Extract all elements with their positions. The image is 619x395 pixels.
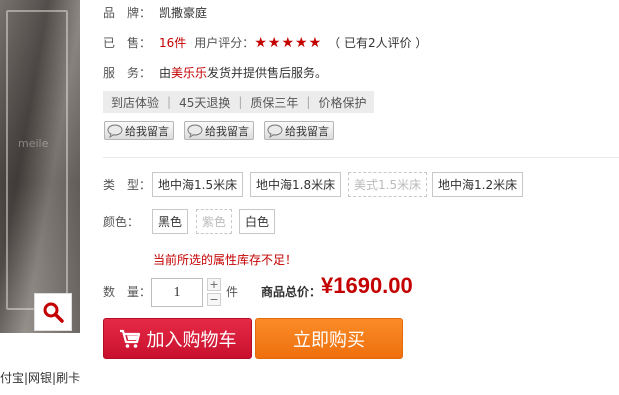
tag-separator: |: [238, 95, 243, 109]
service-row: 服 务： 由 美乐乐 发货并提供售后服务。: [103, 64, 327, 81]
leave-message-label: 给我留言: [205, 124, 249, 138]
zoom-button[interactable]: [34, 293, 72, 331]
type-option-unavailable[interactable]: 美式1.5米床: [348, 172, 428, 197]
chat-bubble-icon: [267, 124, 283, 138]
star-icon: ★: [295, 34, 308, 51]
brand-row: 品 牌： 凯撒豪庭: [103, 4, 207, 21]
leave-message-label: 给我留言: [125, 124, 169, 138]
add-to-cart-button[interactable]: 加入购物车: [103, 318, 252, 359]
sales-row: 已 售： 16件 用户评分： ★★★★★ （ 已有2人评价 ）: [103, 34, 427, 51]
total-price: ¥1690.00: [321, 273, 413, 298]
quantity-unit-row: 件: [226, 283, 238, 300]
service-tag: 质保三年: [250, 95, 299, 110]
tag-separator: |: [167, 95, 172, 109]
magnifier-icon: [43, 302, 64, 323]
quantity-decrease-button[interactable]: −: [207, 293, 221, 306]
chat-bubble-icon: [187, 124, 203, 138]
type-label: 类 型：: [103, 178, 152, 192]
star-icon: ★: [308, 34, 322, 51]
tag-separator: |: [306, 95, 311, 109]
rating-stars: ★★★★★: [254, 35, 322, 51]
service-tag: 价格保护: [318, 95, 367, 110]
leave-message-button[interactable]: 给我留言: [264, 121, 334, 140]
color-option[interactable]: 黑色: [152, 209, 189, 234]
color-option-unavailable[interactable]: 紫色: [196, 209, 233, 234]
watermark: meile: [18, 137, 49, 150]
star-icon: ★: [267, 34, 281, 51]
buy-now-button[interactable]: 立即购买: [255, 318, 403, 359]
chat-bubble-icon: [107, 124, 123, 138]
wardrobe-panel: [6, 10, 68, 310]
color-label: 颜色：: [103, 215, 140, 229]
service-tag: 45天退换: [179, 95, 231, 110]
color-row: 颜色：: [103, 213, 139, 230]
service-tags: 到店体验 | 45天退换 | 质保三年 | 价格保护: [103, 91, 375, 113]
quantity-increase-button[interactable]: +: [207, 278, 221, 291]
quantity-input[interactable]: [151, 278, 203, 307]
product-image[interactable]: meile: [0, 0, 80, 333]
quantity-label: 数 量：: [103, 285, 152, 299]
total-price-label: 商品总价：: [261, 285, 322, 299]
service-suffix: 发货并提供售后服务。: [207, 66, 328, 80]
shopping-cart-icon: [119, 329, 140, 348]
type-row: 类 型：: [103, 176, 151, 193]
section-divider: [103, 157, 619, 158]
service-label: 服 务：: [103, 66, 152, 80]
leave-message-label: 给我留言: [285, 124, 329, 138]
sold-label: 已 售：: [103, 36, 152, 50]
quantity-row: 数 量：: [103, 283, 151, 300]
brand-label: 品 牌：: [103, 6, 152, 20]
sold-value: 16件: [159, 36, 187, 50]
stock-warning: 当前所选的属性库存不足！: [153, 253, 298, 267]
payment-methods: 付宝|网银|刷卡: [0, 371, 81, 385]
leave-message-button[interactable]: 给我留言: [184, 121, 254, 140]
service-prefix: 由: [159, 66, 172, 80]
quantity-unit: 件: [226, 285, 239, 299]
buy-now-label: 立即购买: [293, 329, 365, 351]
seller-link[interactable]: 美乐乐: [171, 64, 207, 81]
rating-label: 用户评分：: [194, 36, 255, 50]
add-to-cart-label: 加入购物车: [146, 329, 237, 351]
review-count[interactable]: （ 已有2人评价 ）: [328, 34, 427, 51]
service-tag: 到店体验: [111, 95, 160, 110]
type-option[interactable]: 地中海1.2米床: [432, 172, 524, 197]
leave-message-button[interactable]: 给我留言: [104, 121, 174, 140]
type-option[interactable]: 地中海1.5米床: [152, 172, 244, 197]
star-icon: ★: [281, 34, 294, 51]
brand-value: 凯撒豪庭: [159, 6, 208, 20]
color-option[interactable]: 白色: [239, 209, 276, 234]
star-icon: ★: [254, 34, 267, 51]
type-option[interactable]: 地中海1.8米床: [250, 172, 342, 197]
